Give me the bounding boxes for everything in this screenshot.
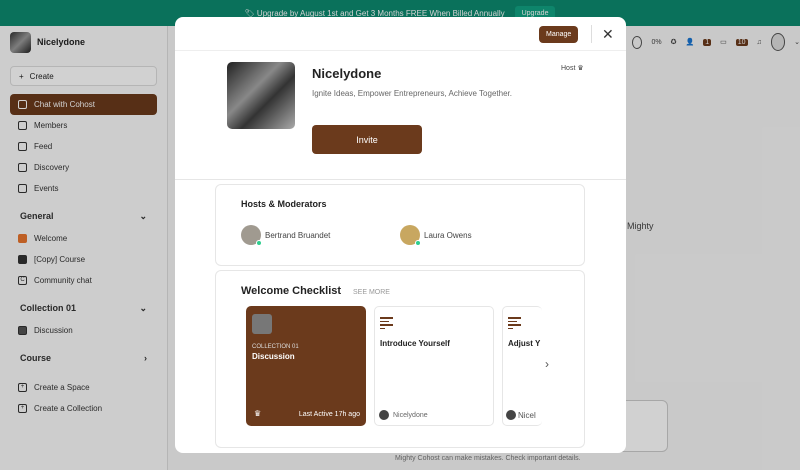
card-kicker: COLLECTION 01 bbox=[252, 344, 299, 350]
hosts-card: Hosts & Moderators Bertrand Bruandet Lau… bbox=[215, 184, 585, 266]
community-modal: Manage ✕ Host ♛ Nicelydone Ignite Ideas,… bbox=[175, 17, 626, 453]
card-author: Nicelydone bbox=[379, 410, 428, 420]
avatar bbox=[506, 410, 516, 420]
avatar bbox=[400, 225, 421, 246]
host-bertrand[interactable]: Bertrand Bruandet bbox=[241, 225, 331, 246]
card-title: Discussion bbox=[252, 352, 295, 361]
community-tagline: Ignite Ideas, Empower Entrepreneurs, Ach… bbox=[312, 89, 512, 98]
discussion-thumb bbox=[252, 314, 272, 334]
avatar bbox=[241, 225, 262, 246]
chevron-right-icon[interactable]: › bbox=[545, 357, 549, 371]
invite-button[interactable]: Invite bbox=[312, 125, 422, 154]
checklist-title: Welcome Checklist bbox=[241, 285, 342, 297]
host-label: Host ♛ bbox=[561, 64, 584, 72]
hosts-title: Hosts & Moderators bbox=[241, 199, 327, 209]
card-title: Introduce Yourself bbox=[380, 339, 450, 348]
online-indicator bbox=[415, 240, 421, 246]
author-name: Nicelydone bbox=[393, 411, 428, 419]
community-cover-image bbox=[227, 62, 295, 129]
host-text: Host bbox=[561, 65, 576, 72]
card-author: Nicel bbox=[506, 410, 536, 420]
host-laura[interactable]: Laura Owens bbox=[400, 225, 472, 246]
community-title: Nicelydone bbox=[312, 66, 382, 81]
crown-icon: ♛ bbox=[577, 65, 584, 72]
divider bbox=[591, 25, 592, 43]
modal-header: Manage ✕ bbox=[175, 17, 626, 51]
checklist-card-discussion[interactable]: COLLECTION 01 Discussion ♛ Last Active 1… bbox=[246, 306, 366, 426]
checklist-card: Welcome Checklist SEE MORE COLLECTION 01… bbox=[215, 270, 585, 448]
divider bbox=[175, 179, 626, 180]
card-title: Adjust Y bbox=[508, 339, 541, 348]
text-lines-icon bbox=[508, 317, 521, 331]
see-more-link[interactable]: SEE MORE bbox=[353, 289, 390, 296]
close-icon[interactable]: ✕ bbox=[602, 26, 614, 43]
text-lines-icon bbox=[380, 317, 393, 331]
host-name: Laura Owens bbox=[424, 230, 472, 240]
avatar bbox=[379, 410, 389, 420]
crown-icon: ♛ bbox=[254, 409, 262, 418]
checklist-card-adjust[interactable]: Adjust Y Nicel bbox=[502, 306, 542, 426]
online-indicator bbox=[256, 240, 262, 246]
author-name: Nicel bbox=[518, 410, 536, 420]
checklist-card-introduce[interactable]: Introduce Yourself Nicelydone bbox=[374, 306, 494, 426]
card-meta: Last Active 17h ago bbox=[298, 411, 360, 418]
manage-button[interactable]: Manage bbox=[539, 26, 579, 43]
host-name: Bertrand Bruandet bbox=[265, 230, 331, 240]
